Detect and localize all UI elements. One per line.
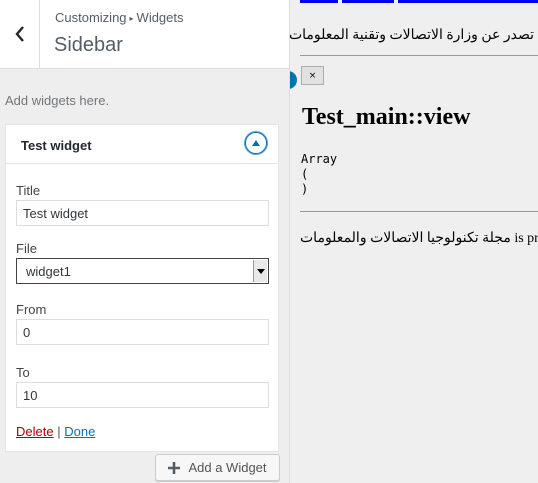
- divider: [300, 55, 538, 56]
- add-widget-button[interactable]: Add a Widget: [155, 454, 280, 481]
- preview-text-line-2: مجلة تكنولوجيا الاتصالات والمعلومات is p…: [300, 231, 538, 246]
- title-label: Title: [16, 183, 41, 198]
- add-widget-label: Add a Widget: [188, 460, 267, 475]
- done-link[interactable]: Done: [64, 424, 95, 439]
- to-label: To: [16, 365, 30, 380]
- close-button[interactable]: ×: [301, 66, 324, 85]
- breadcrumb-arrow-icon: ▸: [129, 14, 134, 23]
- array-dump: Array ( ): [301, 152, 338, 196]
- to-field[interactable]: [16, 382, 269, 408]
- plus-icon: [168, 461, 181, 474]
- page-title: Sidebar: [54, 34, 123, 56]
- breadcrumb-section: Widgets: [136, 10, 184, 25]
- file-label: File: [16, 241, 37, 256]
- actions-separator: |: [57, 424, 61, 439]
- back-button[interactable]: [0, 0, 40, 68]
- widget-title: Test widget: [21, 138, 92, 153]
- file-select[interactable]: widget1: [16, 258, 269, 284]
- panel-description: Add widgets here.: [5, 93, 110, 108]
- preview-text-line: تصدر عن وزارة الاتصالات وتقنية المعلومات: [290, 28, 534, 43]
- from-field[interactable]: [16, 319, 269, 345]
- triangle-up-icon: [252, 140, 260, 146]
- widget-toggle-button[interactable]: [245, 132, 267, 154]
- title-field[interactable]: [16, 200, 269, 226]
- panel-header: Customizing ▸ Widgets Sidebar: [0, 0, 289, 69]
- dropdown-arrow-icon[interactable]: [253, 260, 267, 282]
- file-select-value: widget1: [26, 264, 71, 279]
- divider: [300, 211, 538, 212]
- widget-card: Test widget Title File widget1 From To D…: [5, 124, 279, 452]
- widget-actions: Delete | Done: [16, 424, 95, 439]
- breadcrumb-parent: Customizing: [55, 10, 127, 25]
- preview-heading: Test_main::view: [302, 104, 471, 130]
- preview-top-links[interactable]: [300, 0, 538, 4]
- widget-header[interactable]: Test widget: [6, 125, 278, 164]
- chevron-left-icon: [14, 26, 24, 42]
- delete-link[interactable]: Delete: [16, 424, 54, 439]
- breadcrumb: Customizing ▸ Widgets: [55, 10, 184, 25]
- from-label: From: [16, 302, 47, 317]
- site-preview: تصدر عن وزارة الاتصالات وتقنية المعلومات…: [290, 0, 538, 483]
- edit-shortcut-icon[interactable]: [290, 71, 297, 89]
- customizer-panel: Customizing ▸ Widgets Sidebar Add widgets …: [0, 0, 290, 483]
